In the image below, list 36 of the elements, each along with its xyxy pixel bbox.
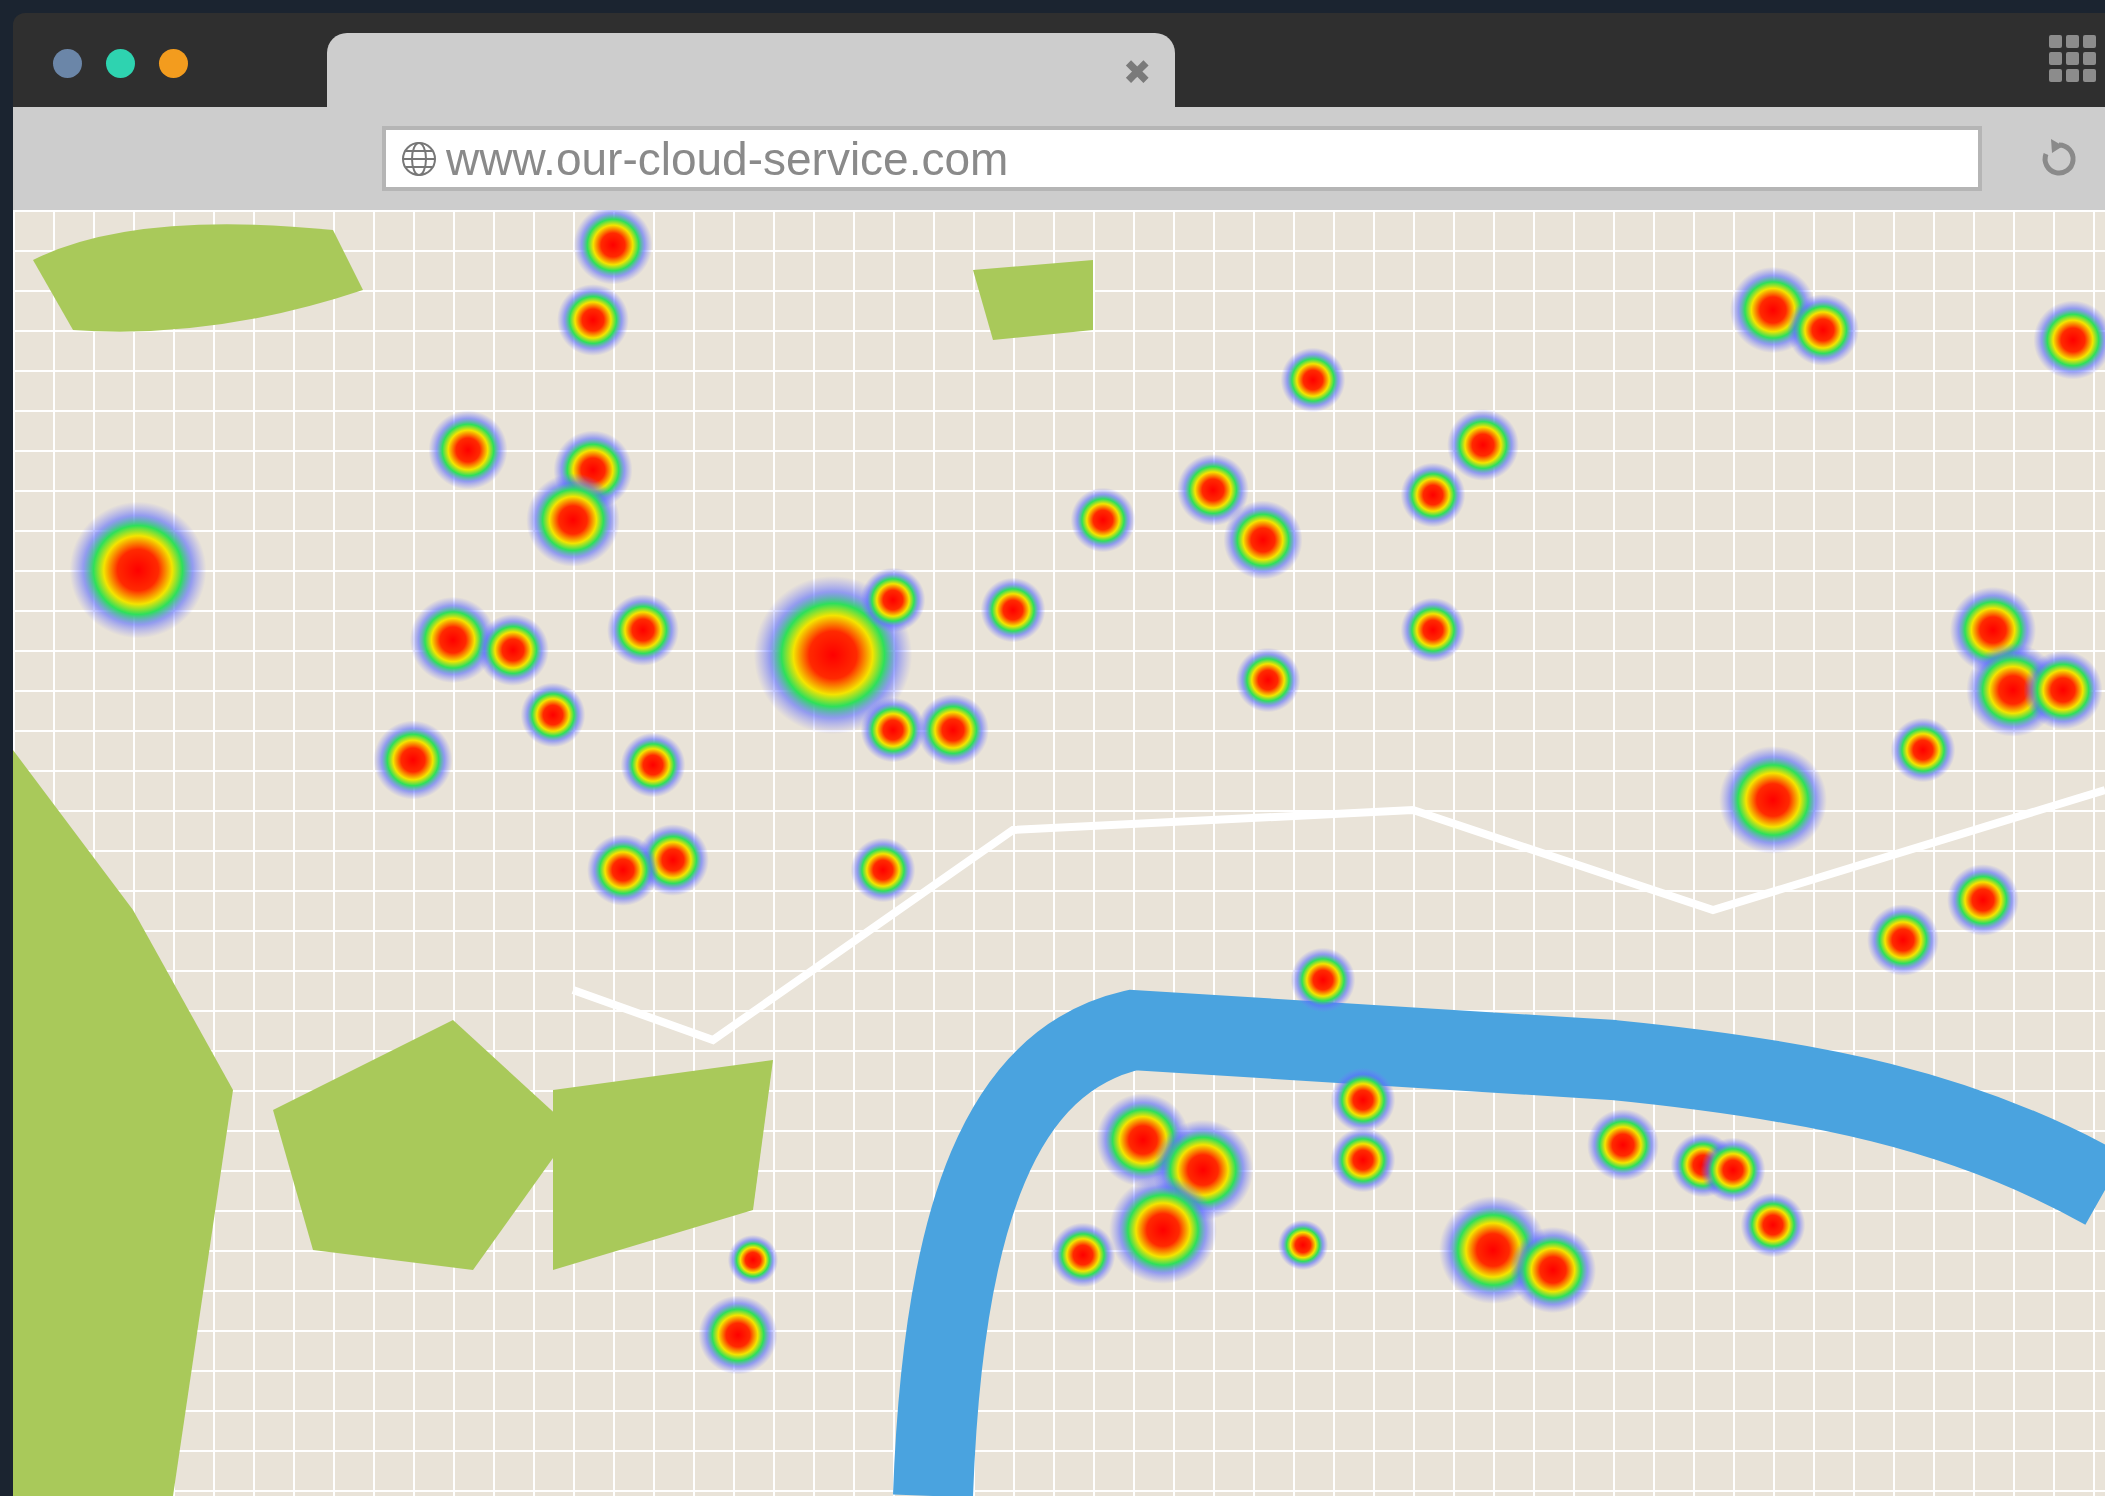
heat-spot — [1330, 1067, 1396, 1133]
heat-spot — [587, 834, 659, 906]
heat-spot — [1280, 347, 1346, 413]
heat-spot — [1330, 1127, 1396, 1193]
heat-spot — [1400, 462, 1466, 528]
heat-spot — [1587, 1109, 1659, 1181]
heat-spot — [1890, 717, 1956, 783]
tab-close[interactable]: ✖ — [1123, 55, 1151, 89]
globe-icon — [400, 139, 438, 178]
apps-grid-icon[interactable] — [2049, 35, 2097, 83]
heat-spot — [557, 284, 629, 356]
heat-spot — [727, 1234, 779, 1286]
heat-spot — [1070, 487, 1136, 553]
address-field[interactable]: www.our-cloud-service.com — [382, 126, 1982, 191]
heat-spot — [1235, 647, 1301, 713]
heat-spot — [1290, 947, 1356, 1013]
heat-spot — [477, 614, 549, 686]
heat-spot — [1447, 409, 1519, 481]
heat-spot — [850, 837, 916, 903]
heat-spot — [1740, 1192, 1806, 1258]
window-control[interactable] — [53, 49, 82, 78]
heat-spot — [620, 732, 686, 798]
window-control[interactable] — [159, 49, 188, 78]
heat-spot — [1400, 597, 1466, 663]
heat-spot — [520, 682, 586, 748]
heat-spot — [980, 577, 1046, 643]
heat-spot — [1700, 1137, 1766, 1203]
heat-spot — [1787, 294, 1859, 366]
window-control[interactable] — [106, 49, 135, 78]
heat-spot — [1277, 1219, 1329, 1271]
heat-spot — [1947, 864, 2019, 936]
heat-spot — [1177, 454, 1249, 526]
heat-spot — [1867, 904, 1939, 976]
heat-spot — [917, 694, 989, 766]
heat-spot — [607, 594, 679, 666]
browser-tab[interactable]: ✖ — [327, 33, 1175, 107]
